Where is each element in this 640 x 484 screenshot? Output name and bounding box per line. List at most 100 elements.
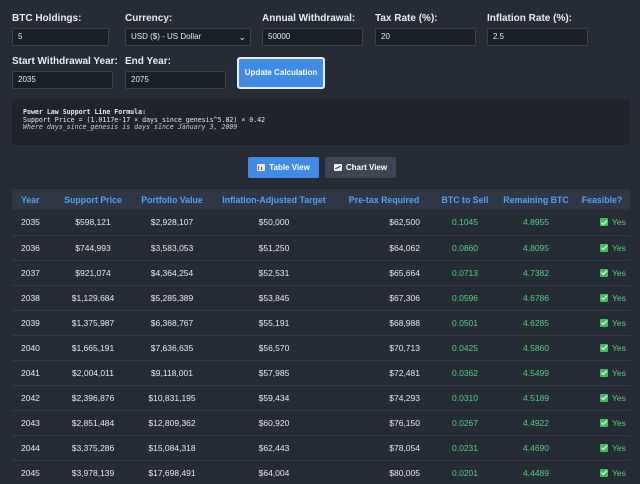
- cell-feasible: Yes: [574, 435, 630, 460]
- header-year: Year: [21, 194, 40, 205]
- cell-inflation-adjusted-target: $59,434: [258, 392, 290, 403]
- cell-pre-tax-required: $67,306: [389, 292, 420, 303]
- start-year-input[interactable]: 2035: [12, 71, 113, 89]
- cell-feasible: Yes: [574, 360, 630, 385]
- cell-year: 2035: [21, 217, 40, 228]
- cell-year: 2036: [21, 242, 40, 253]
- cell-btc-to-sell: 0.0501: [452, 317, 478, 328]
- cell-portfolio-value: $15,084,318: [148, 442, 196, 453]
- header-support-price: Support Price: [64, 194, 122, 205]
- checkmark-icon: [600, 393, 608, 402]
- cell-support-price: $1,375,987: [71, 317, 115, 328]
- chart-view-label: Chart View: [345, 163, 388, 172]
- cell-portfolio-value: $5,285,389: [150, 292, 194, 303]
- inflation-rate-input[interactable]: 2.5: [487, 28, 588, 46]
- annual-withdrawal-input[interactable]: 50000: [262, 28, 363, 46]
- header-remaining-btc: Remaining BTC: [503, 194, 569, 205]
- table-row: 2045 $3,978,139 $17,698,491 $64,004 $80,005 0…: [12, 460, 630, 484]
- cell-support-price: $598,121: [75, 217, 111, 228]
- cell-portfolio-value: $3,583,053: [150, 242, 194, 253]
- cell-inflation-adjusted-target: $60,920: [258, 417, 290, 428]
- inflation-rate-field: Inflation Rate (%): 2.5: [487, 13, 588, 46]
- header-btc-to-sell: BTC to Sell: [441, 194, 489, 205]
- feasible-text: Yes: [612, 417, 626, 428]
- cell-pre-tax-required: $78,054: [389, 442, 420, 453]
- cell-inflation-adjusted-target: $64,004: [258, 467, 290, 478]
- cell-inflation-adjusted-target: $51,250: [258, 242, 290, 253]
- cell-year: 2040: [21, 342, 40, 353]
- cell-support-price: $921,074: [75, 267, 111, 278]
- cell-portfolio-value: $4,364,254: [150, 267, 194, 278]
- cell-year: 2038: [21, 292, 40, 303]
- formula-note: Where days_since_genesis is days since J…: [23, 123, 238, 131]
- end-year-input[interactable]: 2075: [125, 71, 226, 89]
- update-calculation-button[interactable]: Update Calculation: [237, 57, 325, 89]
- btc-holdings-input[interactable]: 5: [12, 28, 109, 46]
- checkmark-icon: [600, 218, 608, 227]
- line-chart-icon: [333, 164, 342, 171]
- cell-year: 2042: [21, 392, 40, 403]
- feasible-text: Yes: [612, 392, 626, 403]
- feasible-text: Yes: [612, 367, 626, 378]
- feasible-text: Yes: [612, 442, 626, 453]
- table-row: 2044 $3,375,286 $15,084,318 $62,443 $78,054 0…: [12, 435, 630, 460]
- start-year-label: Start Withdrawal Year:: [12, 56, 118, 67]
- table-view-label: Table View: [269, 163, 310, 172]
- cell-pre-tax-required: $70,713: [389, 342, 420, 353]
- table-view-button[interactable]: Table View: [248, 157, 319, 178]
- cell-btc-to-sell: 0.0860: [452, 242, 478, 253]
- currency-select[interactable]: USD ($) - US Dollar ⌄: [125, 28, 251, 46]
- feasible-text: Yes: [612, 342, 626, 353]
- cell-btc-to-sell: 0.0201: [452, 467, 478, 478]
- cell-portfolio-value: $6,368,767: [150, 317, 194, 328]
- cell-inflation-adjusted-target: $52,531: [258, 267, 290, 278]
- cell-feasible: Yes: [574, 210, 630, 235]
- annual-withdrawal-label: Annual Withdrawal:: [262, 13, 356, 24]
- cell-year: 2041: [21, 367, 40, 378]
- header-portfolio-value: Portfolio Value: [141, 194, 203, 205]
- cell-portfolio-value: $7,636,635: [150, 342, 194, 353]
- header-pre-tax-required: Pre-tax Required: [348, 194, 420, 205]
- cell-portfolio-value: $2,928,107: [150, 217, 194, 228]
- cell-btc-to-sell: 0.0231: [452, 442, 478, 453]
- cell-pre-tax-required: $65,664: [389, 267, 420, 278]
- cell-feasible: Yes: [574, 235, 630, 260]
- chart-view-button[interactable]: Chart View: [325, 157, 396, 178]
- table-row: 2037 $921,074 $4,364,254 $52,531 $65,664 0.07…: [12, 260, 630, 285]
- tax-rate-input[interactable]: 20: [375, 28, 476, 46]
- cell-feasible: Yes: [574, 460, 630, 484]
- cell-portfolio-value: $17,698,491: [148, 467, 196, 478]
- currency-select-value: USD ($) - US Dollar: [131, 32, 202, 41]
- cell-inflation-adjusted-target: $57,985: [258, 367, 290, 378]
- cell-btc-to-sell: 0.0596: [452, 292, 478, 303]
- cell-remaining-btc: 4.6786: [523, 292, 549, 303]
- cell-support-price: $3,375,286: [71, 442, 115, 453]
- cell-support-price: $2,851,484: [71, 417, 115, 428]
- feasible-text: Yes: [612, 242, 626, 253]
- cell-inflation-adjusted-target: $62,443: [258, 442, 290, 453]
- end-year-label: End Year:: [125, 56, 171, 67]
- cell-year: 2037: [21, 267, 40, 278]
- cell-pre-tax-required: $80,005: [389, 467, 420, 478]
- cell-support-price: $744,993: [75, 242, 111, 253]
- annual-withdrawal-field: Annual Withdrawal: 50000: [262, 13, 363, 46]
- bar-chart-icon: [257, 164, 266, 171]
- checkmark-icon: [600, 343, 608, 352]
- checkmark-icon: [600, 318, 608, 327]
- checkmark-icon: [600, 243, 608, 252]
- cell-feasible: Yes: [574, 335, 630, 360]
- cell-pre-tax-required: $74,293: [389, 392, 420, 403]
- feasible-text: Yes: [612, 317, 626, 328]
- table-row: 2035 $598,121 $2,928,107 $50,000 $62,500 0.10…: [12, 210, 630, 235]
- tax-rate-field: Tax Rate (%): 20: [375, 13, 476, 46]
- cell-remaining-btc: 4.8955: [523, 217, 549, 228]
- cell-pre-tax-required: $72,481: [389, 367, 420, 378]
- cell-inflation-adjusted-target: $53,845: [258, 292, 290, 303]
- cell-pre-tax-required: $68,988: [389, 317, 420, 328]
- cell-portfolio-value: $9,118,001: [151, 367, 193, 378]
- cell-support-price: $2,396,876: [71, 392, 115, 403]
- cell-remaining-btc: 4.5860: [523, 342, 549, 353]
- feasible-text: Yes: [612, 267, 626, 278]
- cell-year: 2039: [21, 317, 40, 328]
- feasible-text: Yes: [612, 217, 626, 228]
